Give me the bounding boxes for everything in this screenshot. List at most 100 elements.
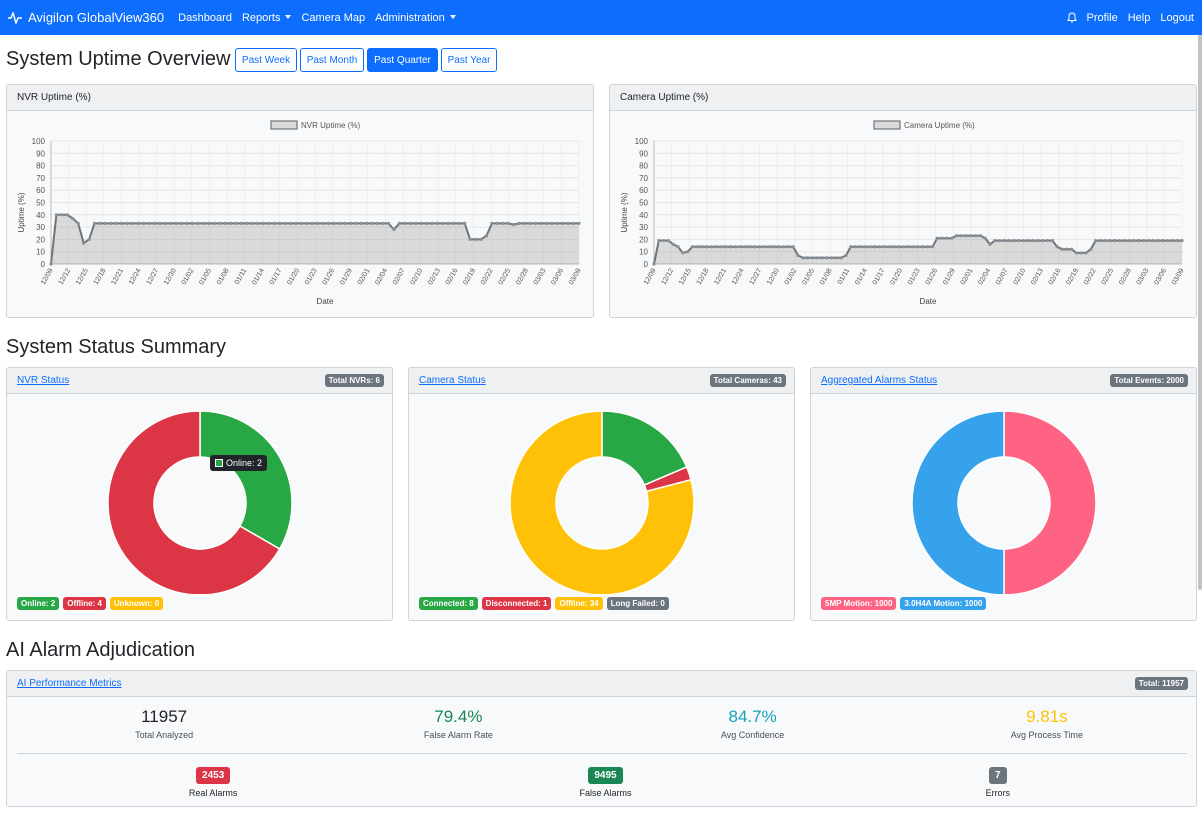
data-point	[490, 221, 494, 226]
data-point	[92, 221, 97, 226]
data-point	[332, 221, 336, 226]
ai-metrics-link[interactable]: AI Performance Metrics	[17, 678, 121, 689]
data-point	[196, 221, 200, 226]
nvr-status-card: NVR Status Total NVRs: 6 Online: 2 Onlin…	[6, 367, 393, 621]
data-point	[261, 221, 265, 226]
count-real-alarms: 2453 Real Alarms	[17, 765, 409, 798]
data-point	[65, 213, 69, 217]
nav-profile[interactable]: Profile	[1087, 12, 1118, 24]
metric-label: False Alarm Rate	[423, 730, 493, 740]
data-point	[1046, 239, 1050, 243]
alarms-status-link[interactable]: Aggregated Alarms Status	[821, 375, 937, 386]
legend-3h4a-motion: 3.0H4A Motion: 1000	[900, 597, 987, 610]
y-tick-label: 50	[639, 199, 648, 208]
nav-help[interactable]: Help	[1128, 12, 1151, 24]
nav-logout[interactable]: Logout	[1160, 12, 1194, 24]
data-point	[555, 221, 559, 226]
range-past-year-button[interactable]: Past Year	[441, 48, 497, 72]
x-tick-label: 12/09	[40, 267, 55, 286]
data-point	[473, 237, 478, 241]
nav-right: Profile Help Logout	[1066, 12, 1194, 24]
nav-reports[interactable]: Reports	[242, 12, 292, 24]
status-section-title: System Status Summary	[6, 336, 227, 358]
donut-slice-3-0h4a-motion	[911, 410, 1005, 594]
y-tick-label: 90	[36, 149, 45, 158]
data-point	[501, 221, 505, 226]
page-scrollbar[interactable]	[1198, 35, 1202, 590]
x-tick-label: 02/10	[1013, 267, 1028, 286]
metric-value: 11957	[141, 707, 188, 726]
data-point	[1094, 239, 1098, 243]
data-point	[959, 234, 963, 238]
data-point	[114, 221, 118, 226]
metric-false-alarm-rate: 79.4% False Alarm Rate	[311, 707, 605, 753]
ai-metrics-card: AI Performance Metrics Total: 11957 1195…	[6, 670, 1197, 807]
data-point	[1113, 239, 1117, 243]
data-point	[1103, 239, 1107, 243]
data-point	[250, 221, 255, 226]
x-tick-label: 02/25	[498, 267, 513, 286]
camera-status-link[interactable]: Camera Status	[419, 375, 486, 386]
data-point	[762, 245, 766, 249]
x-tick-label: 02/10	[410, 267, 425, 286]
data-point	[386, 221, 391, 226]
range-past-month-button[interactable]: Past Month	[300, 48, 364, 72]
data-point	[463, 221, 467, 226]
data-point	[506, 221, 510, 226]
data-point	[988, 242, 992, 246]
data-point	[1050, 239, 1054, 243]
data-point	[495, 221, 499, 226]
data-point	[76, 221, 80, 226]
x-tick-label: 01/29	[942, 267, 957, 286]
y-tick-label: 30	[36, 223, 45, 232]
data-point	[1055, 245, 1059, 249]
brand[interactable]: Avigilon GlobalView360	[8, 10, 164, 25]
nav-dashboard[interactable]: Dashboard	[178, 12, 232, 24]
tooltip-text: Online: 2	[226, 458, 263, 468]
data-point	[310, 221, 314, 226]
data-point	[577, 221, 581, 226]
data-point	[136, 221, 140, 226]
x-tick-label: 12/21	[713, 267, 728, 286]
data-point	[815, 256, 819, 260]
data-point	[729, 245, 733, 249]
data-point	[964, 234, 968, 238]
metric-label: Avg Confidence	[720, 730, 785, 740]
ai-section-title: AI Alarm Adjudication	[6, 639, 195, 661]
nvr-uptime-header: NVR Uptime (%)	[7, 85, 593, 111]
x-tick-label: 01/05	[801, 267, 816, 286]
data-point	[120, 221, 124, 226]
data-point	[180, 221, 184, 226]
range-past-week-button[interactable]: Past Week	[235, 48, 297, 72]
data-point	[147, 221, 151, 226]
camera-status-donut	[509, 410, 695, 594]
data-point	[403, 221, 407, 226]
x-tick-label: 01/20	[889, 267, 904, 286]
count-badge: 7	[989, 767, 1007, 784]
ai-counts-row: 2453 Real Alarms 9495 False Alarms 7 Err…	[17, 765, 1194, 798]
nvr-status-link[interactable]: NVR Status	[17, 375, 69, 386]
data-point	[381, 221, 385, 226]
data-point	[954, 234, 958, 238]
data-point	[950, 236, 954, 240]
data-point	[561, 221, 565, 226]
nav-administration[interactable]: Administration	[375, 12, 456, 24]
y-tick-label: 90	[639, 149, 648, 158]
data-point	[969, 234, 973, 238]
data-point	[930, 245, 934, 249]
data-point	[60, 213, 64, 217]
data-point	[1127, 239, 1131, 243]
nav-camera-map[interactable]: Camera Map	[301, 12, 365, 24]
data-point	[141, 221, 146, 226]
data-point	[517, 221, 521, 226]
x-tick-label: 12/24	[731, 267, 746, 286]
x-tick-label: 03/09	[568, 267, 583, 286]
data-point	[435, 221, 440, 226]
data-point	[294, 221, 298, 226]
x-tick-label: 01/05	[198, 267, 213, 286]
bell-icon[interactable]	[1066, 12, 1077, 23]
y-tick-label: 10	[36, 248, 45, 257]
range-past-quarter-button[interactable]: Past Quarter	[367, 48, 438, 72]
metrics-divider	[17, 753, 1187, 754]
count-label: Errors	[985, 788, 1011, 798]
